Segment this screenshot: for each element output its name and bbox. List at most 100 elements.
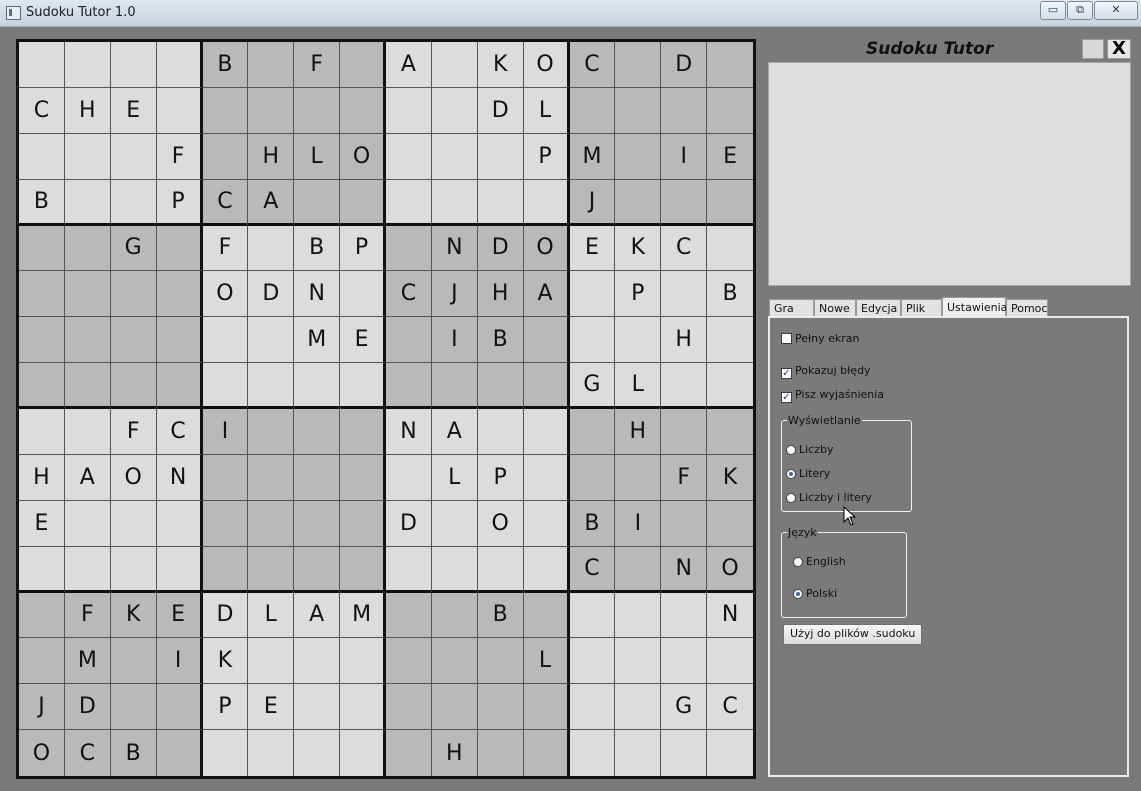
board-cell[interactable] bbox=[202, 133, 249, 180]
board-cell[interactable]: I bbox=[156, 638, 203, 685]
board-cell[interactable]: N bbox=[156, 454, 203, 501]
board-cell[interactable]: G bbox=[569, 363, 616, 409]
board-cell[interactable] bbox=[156, 363, 203, 409]
board-cell[interactable] bbox=[707, 87, 753, 134]
board-cell[interactable]: H bbox=[19, 454, 65, 501]
board-cell[interactable]: K bbox=[202, 638, 249, 685]
board-cell[interactable] bbox=[156, 684, 203, 731]
board-cell[interactable] bbox=[340, 363, 386, 409]
board-cell[interactable]: L bbox=[431, 454, 478, 501]
board-cell[interactable]: K bbox=[707, 454, 753, 501]
board-cell[interactable]: M bbox=[569, 133, 616, 180]
board-cell[interactable] bbox=[294, 409, 341, 455]
board-cell[interactable] bbox=[431, 133, 478, 180]
board-cell[interactable] bbox=[615, 133, 662, 180]
board-cell[interactable]: H bbox=[615, 409, 662, 455]
board-cell[interactable] bbox=[156, 87, 203, 134]
board-cell[interactable]: D bbox=[386, 500, 432, 547]
board-cell[interactable]: C bbox=[386, 271, 432, 318]
board-cell[interactable] bbox=[707, 225, 753, 272]
fullscreen-checkbox[interactable]: Pełny ekran bbox=[781, 332, 860, 345]
board-cell[interactable]: O bbox=[202, 271, 249, 318]
board-cell[interactable]: L bbox=[248, 592, 295, 639]
board-cell[interactable]: F bbox=[294, 42, 341, 88]
board-cell[interactable] bbox=[523, 317, 570, 364]
board-cell[interactable] bbox=[64, 42, 111, 88]
board-cell[interactable] bbox=[569, 684, 616, 731]
board-cell[interactable] bbox=[294, 546, 341, 593]
board-cell[interactable] bbox=[248, 225, 295, 272]
board-cell[interactable] bbox=[615, 42, 662, 88]
board-cell[interactable] bbox=[431, 592, 478, 639]
board-cell[interactable] bbox=[19, 271, 65, 318]
board-cell[interactable]: M bbox=[64, 638, 111, 685]
board-cell[interactable]: A bbox=[248, 179, 295, 226]
board-cell[interactable] bbox=[19, 42, 65, 88]
board-cell[interactable] bbox=[477, 133, 524, 180]
board-cell[interactable] bbox=[431, 179, 478, 226]
tab-gra[interactable]: Gra bbox=[769, 299, 814, 317]
board-cell[interactable] bbox=[340, 271, 386, 318]
board-cell[interactable] bbox=[19, 133, 65, 180]
board-cell[interactable] bbox=[202, 500, 249, 547]
board-cell[interactable]: K bbox=[110, 592, 157, 639]
board-cell[interactable] bbox=[64, 546, 111, 593]
board-cell[interactable] bbox=[64, 409, 111, 455]
board-cell[interactable]: O bbox=[707, 546, 753, 593]
board-cell[interactable]: M bbox=[340, 592, 386, 639]
board-cell[interactable] bbox=[523, 179, 570, 226]
associate-files-button[interactable]: Użyj do plików .sudoku bbox=[783, 624, 923, 645]
tab-edycja[interactable]: Edycja bbox=[856, 299, 901, 317]
radio-icon[interactable] bbox=[786, 493, 796, 503]
minimize-button[interactable]: ▭ bbox=[1040, 1, 1066, 20]
board-cell[interactable] bbox=[340, 454, 386, 501]
board-cell[interactable]: I bbox=[661, 133, 708, 180]
board-cell[interactable] bbox=[431, 684, 478, 731]
board-cell[interactable] bbox=[110, 133, 157, 180]
radio-icon[interactable] bbox=[786, 469, 796, 479]
board-cell[interactable]: E bbox=[340, 317, 386, 364]
board-cell[interactable]: C bbox=[569, 42, 616, 88]
board-cell[interactable] bbox=[248, 454, 295, 501]
board-cell[interactable]: C bbox=[64, 730, 111, 776]
board-cell[interactable] bbox=[707, 179, 753, 226]
board-cell[interactable] bbox=[64, 225, 111, 272]
board-cell[interactable]: P bbox=[202, 684, 249, 731]
board-cell[interactable] bbox=[386, 363, 432, 409]
board-cell[interactable] bbox=[248, 87, 295, 134]
board-cell[interactable] bbox=[661, 500, 708, 547]
board-cell[interactable] bbox=[340, 500, 386, 547]
board-cell[interactable]: E bbox=[248, 684, 295, 731]
board-cell[interactable] bbox=[523, 500, 570, 547]
board-cell[interactable] bbox=[386, 317, 432, 364]
board-cell[interactable]: A bbox=[523, 271, 570, 318]
board-cell[interactable] bbox=[615, 638, 662, 685]
board-cell[interactable]: B bbox=[569, 500, 616, 547]
show-errors-check-box[interactable]: ✓ bbox=[781, 368, 792, 379]
board-cell[interactable] bbox=[569, 317, 616, 364]
board-cell[interactable] bbox=[477, 546, 524, 593]
board-cell[interactable]: B bbox=[707, 271, 753, 318]
board-cell[interactable] bbox=[294, 179, 341, 226]
board-cell[interactable] bbox=[64, 317, 111, 364]
tab-ustawienia[interactable]: Ustawienia bbox=[942, 297, 1007, 318]
board-cell[interactable] bbox=[248, 317, 295, 364]
board-cell[interactable] bbox=[202, 730, 249, 776]
board-cell[interactable] bbox=[110, 546, 157, 593]
board-cell[interactable] bbox=[110, 179, 157, 226]
board-cell[interactable]: J bbox=[19, 684, 65, 731]
panel-close-button[interactable]: X bbox=[1107, 39, 1131, 59]
board-cell[interactable]: O bbox=[340, 133, 386, 180]
board-cell[interactable] bbox=[615, 317, 662, 364]
board-cell[interactable] bbox=[661, 409, 708, 455]
board-cell[interactable] bbox=[569, 454, 616, 501]
board-cell[interactable] bbox=[615, 730, 662, 776]
board-cell[interactable]: E bbox=[110, 87, 157, 134]
maximize-button[interactable]: ⧉ bbox=[1067, 1, 1093, 20]
board-cell[interactable]: C bbox=[707, 684, 753, 731]
board-cell[interactable] bbox=[523, 363, 570, 409]
panel-minimize-button[interactable] bbox=[1082, 39, 1104, 59]
board-cell[interactable] bbox=[19, 363, 65, 409]
board-cell[interactable] bbox=[19, 546, 65, 593]
board-cell[interactable] bbox=[110, 684, 157, 731]
